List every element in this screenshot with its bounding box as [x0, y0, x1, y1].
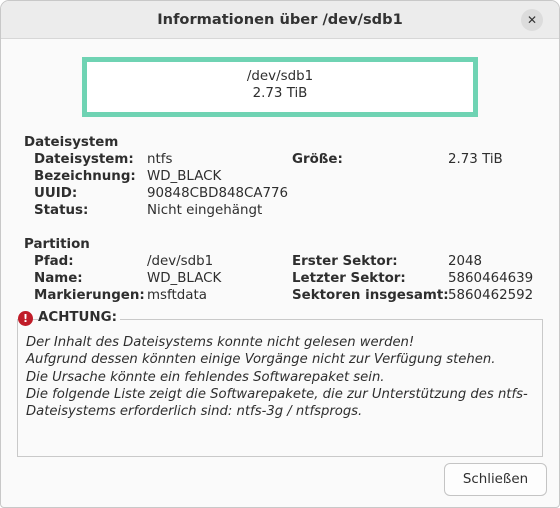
error-icon: ! — [18, 311, 33, 326]
fs-type-value: ntfs — [147, 152, 173, 167]
warning-line: Der Inhalt des Dateisystems konnte nicht… — [26, 335, 415, 350]
warning-message: Der Inhalt des Dateisystems konnte nicht… — [26, 334, 534, 420]
flags-label: Markierungen: — [34, 288, 145, 303]
total-sectors-value: 5860462592 — [448, 288, 534, 303]
status-value: Nicht eingehängt — [147, 203, 263, 218]
path-value: /dev/sdb1 — [147, 254, 214, 269]
partition-name-value: WD_BLACK — [147, 271, 222, 286]
warning-line: Aufgrund dessen könnten einige Vorgänge … — [26, 352, 496, 368]
path-label: Pfad: — [34, 254, 74, 269]
size-value: 2.73 TiB — [448, 152, 503, 167]
close-icon[interactable]: ✕ — [521, 9, 543, 31]
dialog-title: Informationen über /dev/sdb1 — [157, 11, 403, 28]
fs-name-label: Bezeichnung: — [34, 169, 136, 184]
size-label: Größe: — [292, 152, 343, 167]
filesystem-heading: Dateisystem — [24, 135, 119, 150]
warning-line: Die folgende Liste zeigt die Softwarepak… — [26, 386, 528, 402]
last-sector-label: Letzter Sektor: — [292, 271, 406, 286]
title-bar: Informationen über /dev/sdb1 ✕ — [1, 1, 559, 39]
close-button[interactable]: Schließen — [444, 463, 547, 496]
warning-line: Dateisystems erforderlich sind: ntfs-3g … — [26, 404, 363, 420]
first-sector-value: 2048 — [448, 254, 483, 269]
device-size: 2.73 TiB — [252, 86, 308, 101]
warning-frame: Der Inhalt des Dateisystems konnte nicht… — [17, 319, 543, 457]
warning-line: Die Ursache könnte ein fehlendes Softwar… — [26, 369, 385, 385]
total-sectors-label: Sektoren insgesamt: — [292, 288, 449, 303]
fs-name-value: WD_BLACK — [147, 169, 222, 184]
device-path: /dev/sdb1 — [246, 69, 314, 84]
warning-title: ACHTUNG: — [38, 310, 120, 325]
fs-type-label: Dateisystem: — [34, 152, 134, 167]
device-summary-box: /dev/sdb1 2.73 TiB — [82, 57, 478, 117]
last-sector-value: 5860464639 — [448, 271, 534, 286]
partition-heading: Partition — [24, 237, 90, 252]
uuid-label: UUID: — [34, 186, 78, 201]
flags-value: msftdata — [147, 288, 207, 303]
first-sector-label: Erster Sektor: — [292, 254, 398, 269]
status-label: Status: — [34, 203, 89, 218]
info-dialog: Informationen über /dev/sdb1 ✕ /dev/sdb1… — [0, 0, 560, 508]
uuid-value: 90848CBD848CA776 — [147, 186, 289, 201]
partition-name-label: Name: — [34, 271, 83, 286]
